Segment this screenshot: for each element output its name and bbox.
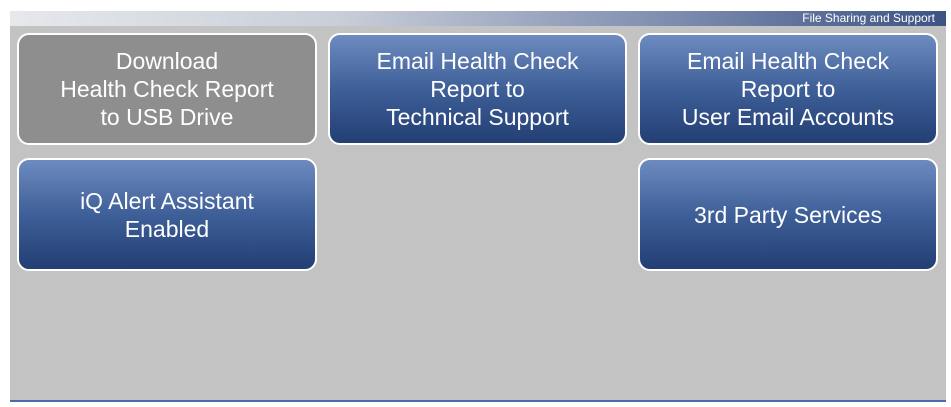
- button-label-line: Email Health Check: [376, 48, 579, 74]
- download-health-check-report-button[interactable]: Download Health Check Report to USB Driv…: [17, 33, 317, 145]
- button-label-line: Report to: [740, 76, 836, 102]
- title-bar: File Sharing and Support: [10, 11, 946, 26]
- email-technical-support-button[interactable]: Email Health Check Report to Technical S…: [328, 33, 627, 145]
- button-label-line: Email Health Check: [687, 48, 889, 74]
- button-label-line: iQ Alert Assistant: [80, 187, 254, 214]
- button-label-line: Technical Support: [386, 104, 569, 130]
- screen-title: File Sharing and Support: [802, 11, 935, 25]
- bottom-status-strip: [10, 400, 946, 402]
- button-label-line: to USB Drive: [100, 104, 234, 130]
- button-label-line: Health Check Report: [60, 76, 274, 102]
- third-party-services-button[interactable]: 3rd Party Services: [638, 158, 938, 271]
- button-label-line: User Email Accounts: [681, 104, 895, 130]
- button-label-line: 3rd Party Services: [694, 201, 882, 228]
- button-label-line: Download: [115, 48, 219, 74]
- email-user-accounts-button[interactable]: Email Health Check Report to User Email …: [638, 33, 938, 145]
- button-label-line: Report to: [430, 76, 525, 102]
- screen: File Sharing and Support Download Health…: [10, 11, 946, 402]
- button-label-line: Enabled: [124, 215, 210, 242]
- iq-alert-assistant-button[interactable]: iQ Alert Assistant Enabled: [17, 158, 317, 271]
